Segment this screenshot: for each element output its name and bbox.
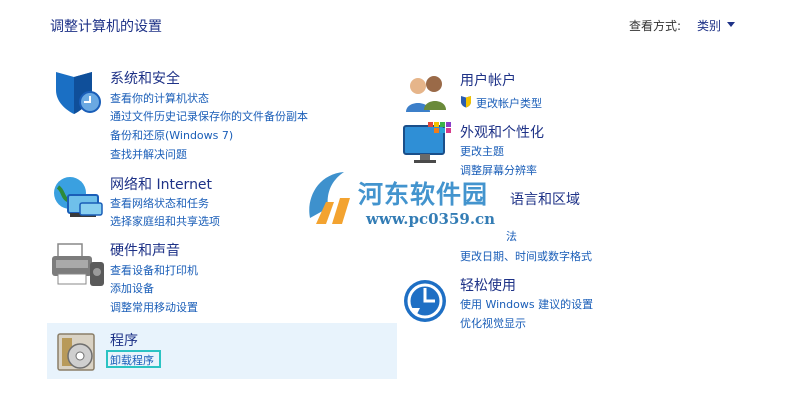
programs-disc-icon[interactable] (54, 330, 100, 376)
ease-of-access-title[interactable]: 轻松使用 (460, 275, 516, 295)
ease-link-visual[interactable]: 优化视觉显示 (460, 315, 526, 331)
system-link-status[interactable]: 查看你的计算机状态 (110, 90, 209, 106)
appearance-link-theme[interactable]: 更改主题 (460, 143, 504, 159)
system-link-file-history[interactable]: 通过文件历史记录保存你的文件备份副本 (110, 108, 308, 124)
programs-link-uninstall[interactable]: 卸载程序 (110, 352, 154, 368)
hardware-link-mobility[interactable]: 调整常用移动设置 (110, 299, 198, 315)
uac-shield-icon (461, 96, 471, 108)
users-icon[interactable] (402, 72, 450, 116)
ease-link-recommended[interactable]: 使用 Windows 建议的设置 (460, 296, 593, 312)
users-link-change-type[interactable]: 更改帐户类型 (476, 95, 542, 111)
monitor-palette-icon[interactable] (402, 122, 454, 166)
network-link-homegroup[interactable]: 选择家庭组和共享选项 (110, 213, 220, 229)
system-security-title[interactable]: 系统和安全 (110, 68, 180, 88)
appearance-title[interactable]: 外观和个性化 (460, 122, 544, 142)
watermark-brand: 河东软件园 (358, 180, 489, 209)
page-title: 调整计算机的设置 (50, 19, 162, 35)
programs-title[interactable]: 程序 (110, 330, 138, 350)
ease-of-access-icon[interactable] (402, 278, 448, 324)
network-globe-icon[interactable] (50, 173, 106, 221)
shield-icon[interactable] (50, 68, 104, 116)
printer-icon[interactable] (50, 240, 106, 290)
network-internet-title[interactable]: 网络和 Internet (110, 174, 212, 194)
hardware-sound-title[interactable]: 硬件和声音 (110, 240, 180, 260)
region-link-date-format[interactable]: 更改日期、时间或数字格式 (460, 248, 592, 264)
network-link-status[interactable]: 查看网络状态和任务 (110, 195, 209, 211)
system-link-backup[interactable]: 备份和还原(Windows 7) (110, 127, 233, 143)
hardware-link-devices[interactable]: 查看设备和打印机 (110, 262, 198, 278)
view-by-dropdown[interactable]: 类别 (697, 17, 721, 34)
watermark-url: www.pc0359.cn (366, 210, 496, 228)
watermark-logo-icon (309, 172, 350, 224)
hardware-link-add-device[interactable]: 添加设备 (110, 280, 154, 296)
chevron-down-icon[interactable] (727, 22, 735, 27)
user-accounts-title[interactable]: 用户帐户 (460, 70, 516, 90)
region-link-input-method[interactable]: 法 (506, 228, 517, 244)
view-by-label: 查看方式: (629, 19, 682, 33)
system-link-troubleshoot[interactable]: 查找并解决问题 (110, 146, 187, 162)
language-region-title[interactable]: 语言和区域 (510, 189, 580, 209)
